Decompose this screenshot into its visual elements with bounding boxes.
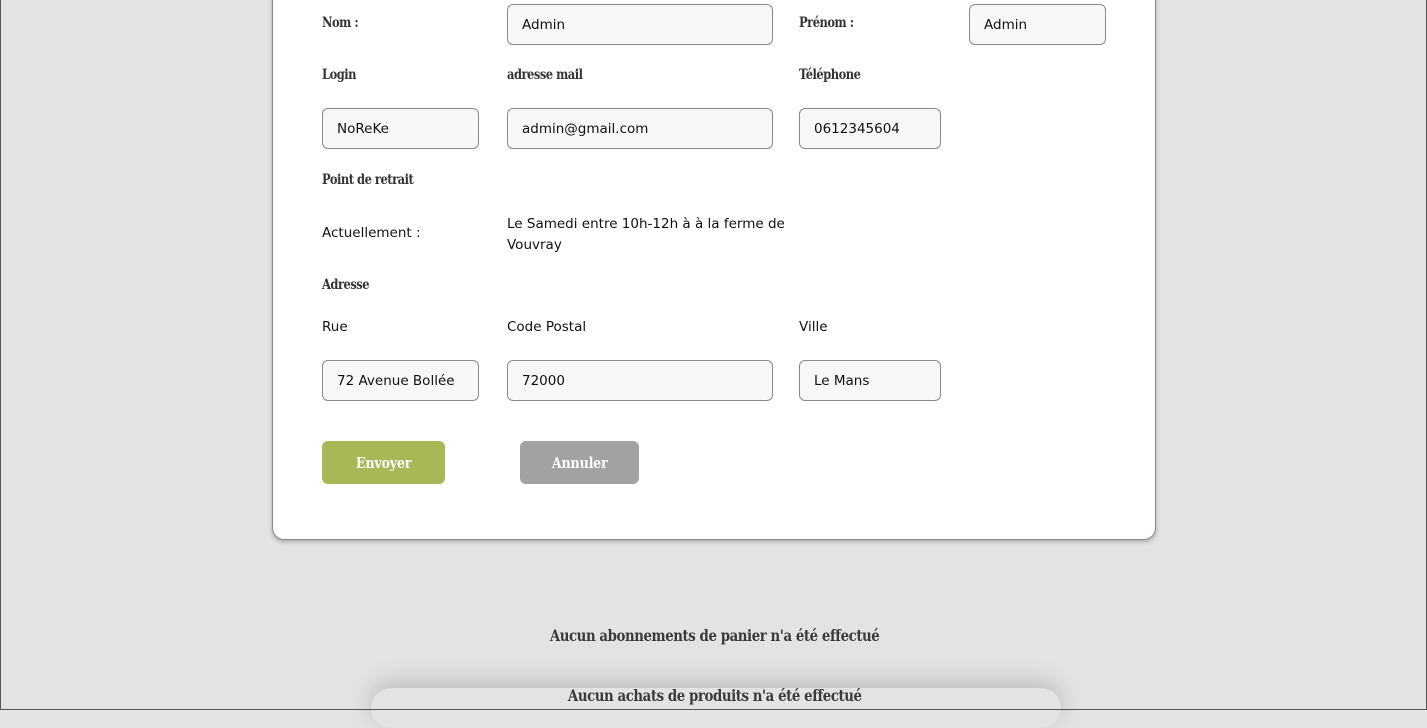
login-label: Login [322, 67, 357, 83]
envoyer-button[interactable]: Envoyer [322, 441, 445, 484]
no-subscriptions-text: Aucun abonnements de panier n'a été effe… [549, 626, 880, 645]
annuler-button-label: Annuler [551, 453, 608, 472]
nom-input[interactable] [507, 4, 773, 45]
no-subscriptions-message: Aucun abonnements de panier n'a été effe… [1, 626, 1427, 645]
no-purchases-text: Aucun achats de produits n'a été effectu… [567, 686, 862, 705]
envoyer-button-label: Envoyer [355, 453, 412, 472]
adresse-heading: Adresse [322, 277, 370, 293]
prenom-input[interactable] [969, 4, 1106, 45]
ville-label: Ville [799, 319, 828, 335]
email-input[interactable] [507, 108, 773, 149]
prenom-label: Prénom : [799, 15, 854, 31]
point-retrait-value: Le Samedi entre 10h-12h à à la ferme de … [507, 214, 785, 256]
profile-form-card: Nom : Prénom : Login adresse mail Téléph… [272, 0, 1156, 540]
point-retrait-heading: Point de retrait [322, 172, 414, 188]
point-retrait-line-1: Le Samedi entre 10h-12h à à la ferme de [507, 216, 785, 232]
point-retrait-line-2: Vouvray [507, 237, 562, 253]
no-purchases-message: Aucun achats de produits n'a été effectu… [1, 686, 1427, 705]
login-input[interactable] [322, 108, 479, 149]
annuler-button[interactable]: Annuler [520, 441, 639, 484]
code-postal-label: Code Postal [507, 319, 587, 335]
telephone-label: Téléphone [799, 67, 861, 83]
telephone-input[interactable] [799, 108, 941, 149]
code-postal-input[interactable] [507, 360, 773, 401]
rue-label: Rue [322, 319, 348, 335]
email-label: adresse mail [507, 67, 583, 83]
ville-input[interactable] [799, 360, 941, 401]
actuellement-label: Actuellement : [322, 225, 421, 241]
rue-input[interactable] [322, 360, 479, 401]
nom-label: Nom : [322, 15, 359, 31]
